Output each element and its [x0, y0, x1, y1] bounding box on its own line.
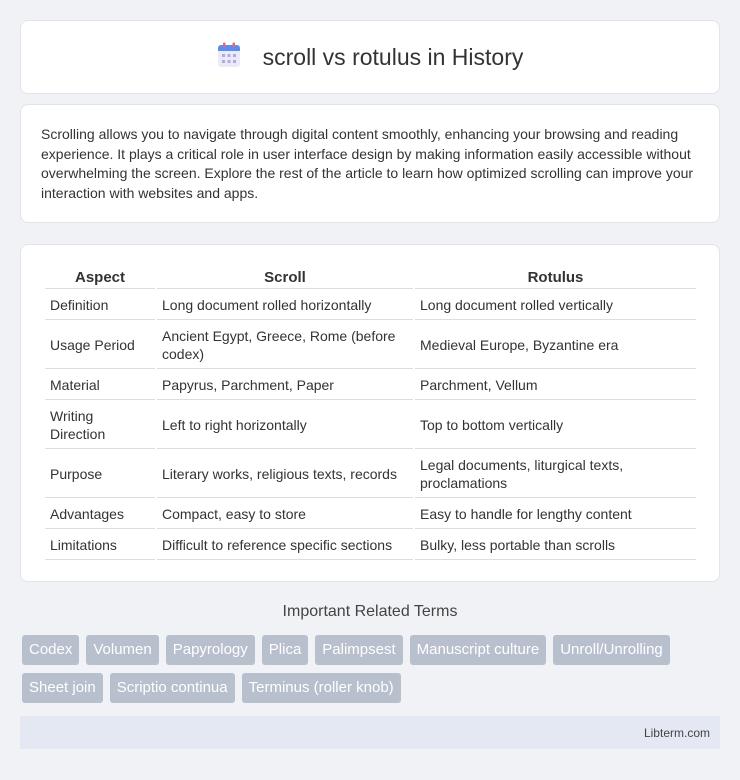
intro-card: Scrolling allows you to navigate through…	[20, 104, 720, 223]
page-title: scroll vs rotulus in History	[262, 43, 524, 70]
footer: Libterm.com	[20, 716, 720, 749]
table-row: Advantages Compact, easy to store Easy t…	[45, 500, 696, 529]
table-header-row: Aspect Scroll Rotulus	[45, 267, 696, 289]
row-rotulus: Top to bottom vertically	[415, 402, 696, 449]
table-row: Material Papyrus, Parchment, Paper Parch…	[45, 371, 696, 400]
header-scroll: Scroll	[157, 267, 413, 289]
row-aspect: Advantages	[45, 500, 155, 529]
tag-unroll[interactable]: Unroll/Unrolling	[553, 635, 670, 665]
row-scroll: Left to right horizontally	[157, 402, 413, 449]
calendar-icon	[217, 42, 241, 73]
row-rotulus: Easy to handle for lengthy content	[415, 500, 696, 529]
row-scroll: Compact, easy to store	[157, 500, 413, 529]
row-rotulus: Bulky, less portable than scrolls	[415, 531, 696, 560]
tag-scriptio-continua[interactable]: Scriptio continua	[109, 673, 235, 703]
row-scroll: Literary works, religious texts, records	[157, 451, 413, 498]
tag-papyrology[interactable]: Papyrology	[165, 635, 255, 665]
comparison-table-card: Aspect Scroll Rotulus Definition Long do…	[20, 244, 720, 582]
row-rotulus: Long document rolled vertically	[415, 291, 696, 320]
row-aspect: Limitations	[45, 531, 155, 560]
table-row: Usage Period Ancient Egypt, Greece, Rome…	[45, 322, 696, 369]
tag-sheet-join[interactable]: Sheet join	[22, 673, 103, 703]
tag-palimpsest[interactable]: Palimpsest	[315, 635, 403, 665]
row-aspect: Purpose	[45, 451, 155, 498]
intro-text: Scrolling allows you to navigate through…	[41, 126, 694, 201]
tag-volumen[interactable]: Volumen	[86, 635, 159, 665]
row-rotulus: Medieval Europe, Byzantine era	[415, 322, 696, 369]
row-scroll: Papyrus, Parchment, Paper	[157, 371, 413, 400]
row-scroll: Ancient Egypt, Greece, Rome (before code…	[157, 322, 413, 369]
header-rotulus: Rotulus	[415, 267, 696, 289]
row-aspect: Material	[45, 371, 155, 400]
related-terms-list: Codex Volumen Papyrology Plica Palimpses…	[22, 635, 722, 703]
header-aspect: Aspect	[45, 267, 155, 289]
related-terms-title: Important Related Terms	[282, 603, 458, 620]
row-rotulus: Parchment, Vellum	[415, 371, 696, 400]
row-rotulus: Legal documents, liturgical texts, procl…	[415, 451, 696, 498]
tag-terminus[interactable]: Terminus (roller knob)	[241, 673, 401, 703]
row-aspect: Usage Period	[45, 322, 155, 369]
table-row: Purpose Literary works, religious texts,…	[45, 451, 696, 498]
row-scroll: Long document rolled horizontally	[157, 291, 413, 320]
tag-manuscript-culture[interactable]: Manuscript culture	[409, 635, 547, 665]
table-row: Definition Long document rolled horizont…	[45, 291, 696, 320]
table-row: Limitations Difficult to reference speci…	[45, 531, 696, 560]
table-row: Writing Direction Left to right horizont…	[45, 402, 696, 449]
header-card: scroll vs rotulus in History	[20, 20, 720, 94]
row-aspect: Definition	[45, 291, 155, 320]
row-scroll: Difficult to reference specific sections	[157, 531, 413, 560]
row-aspect: Writing Direction	[45, 402, 155, 449]
tag-codex[interactable]: Codex	[22, 635, 80, 665]
comparison-table: Aspect Scroll Rotulus Definition Long do…	[43, 265, 698, 562]
tag-plica[interactable]: Plica	[261, 635, 309, 665]
footer-site-link[interactable]: Libterm.com	[644, 726, 710, 740]
